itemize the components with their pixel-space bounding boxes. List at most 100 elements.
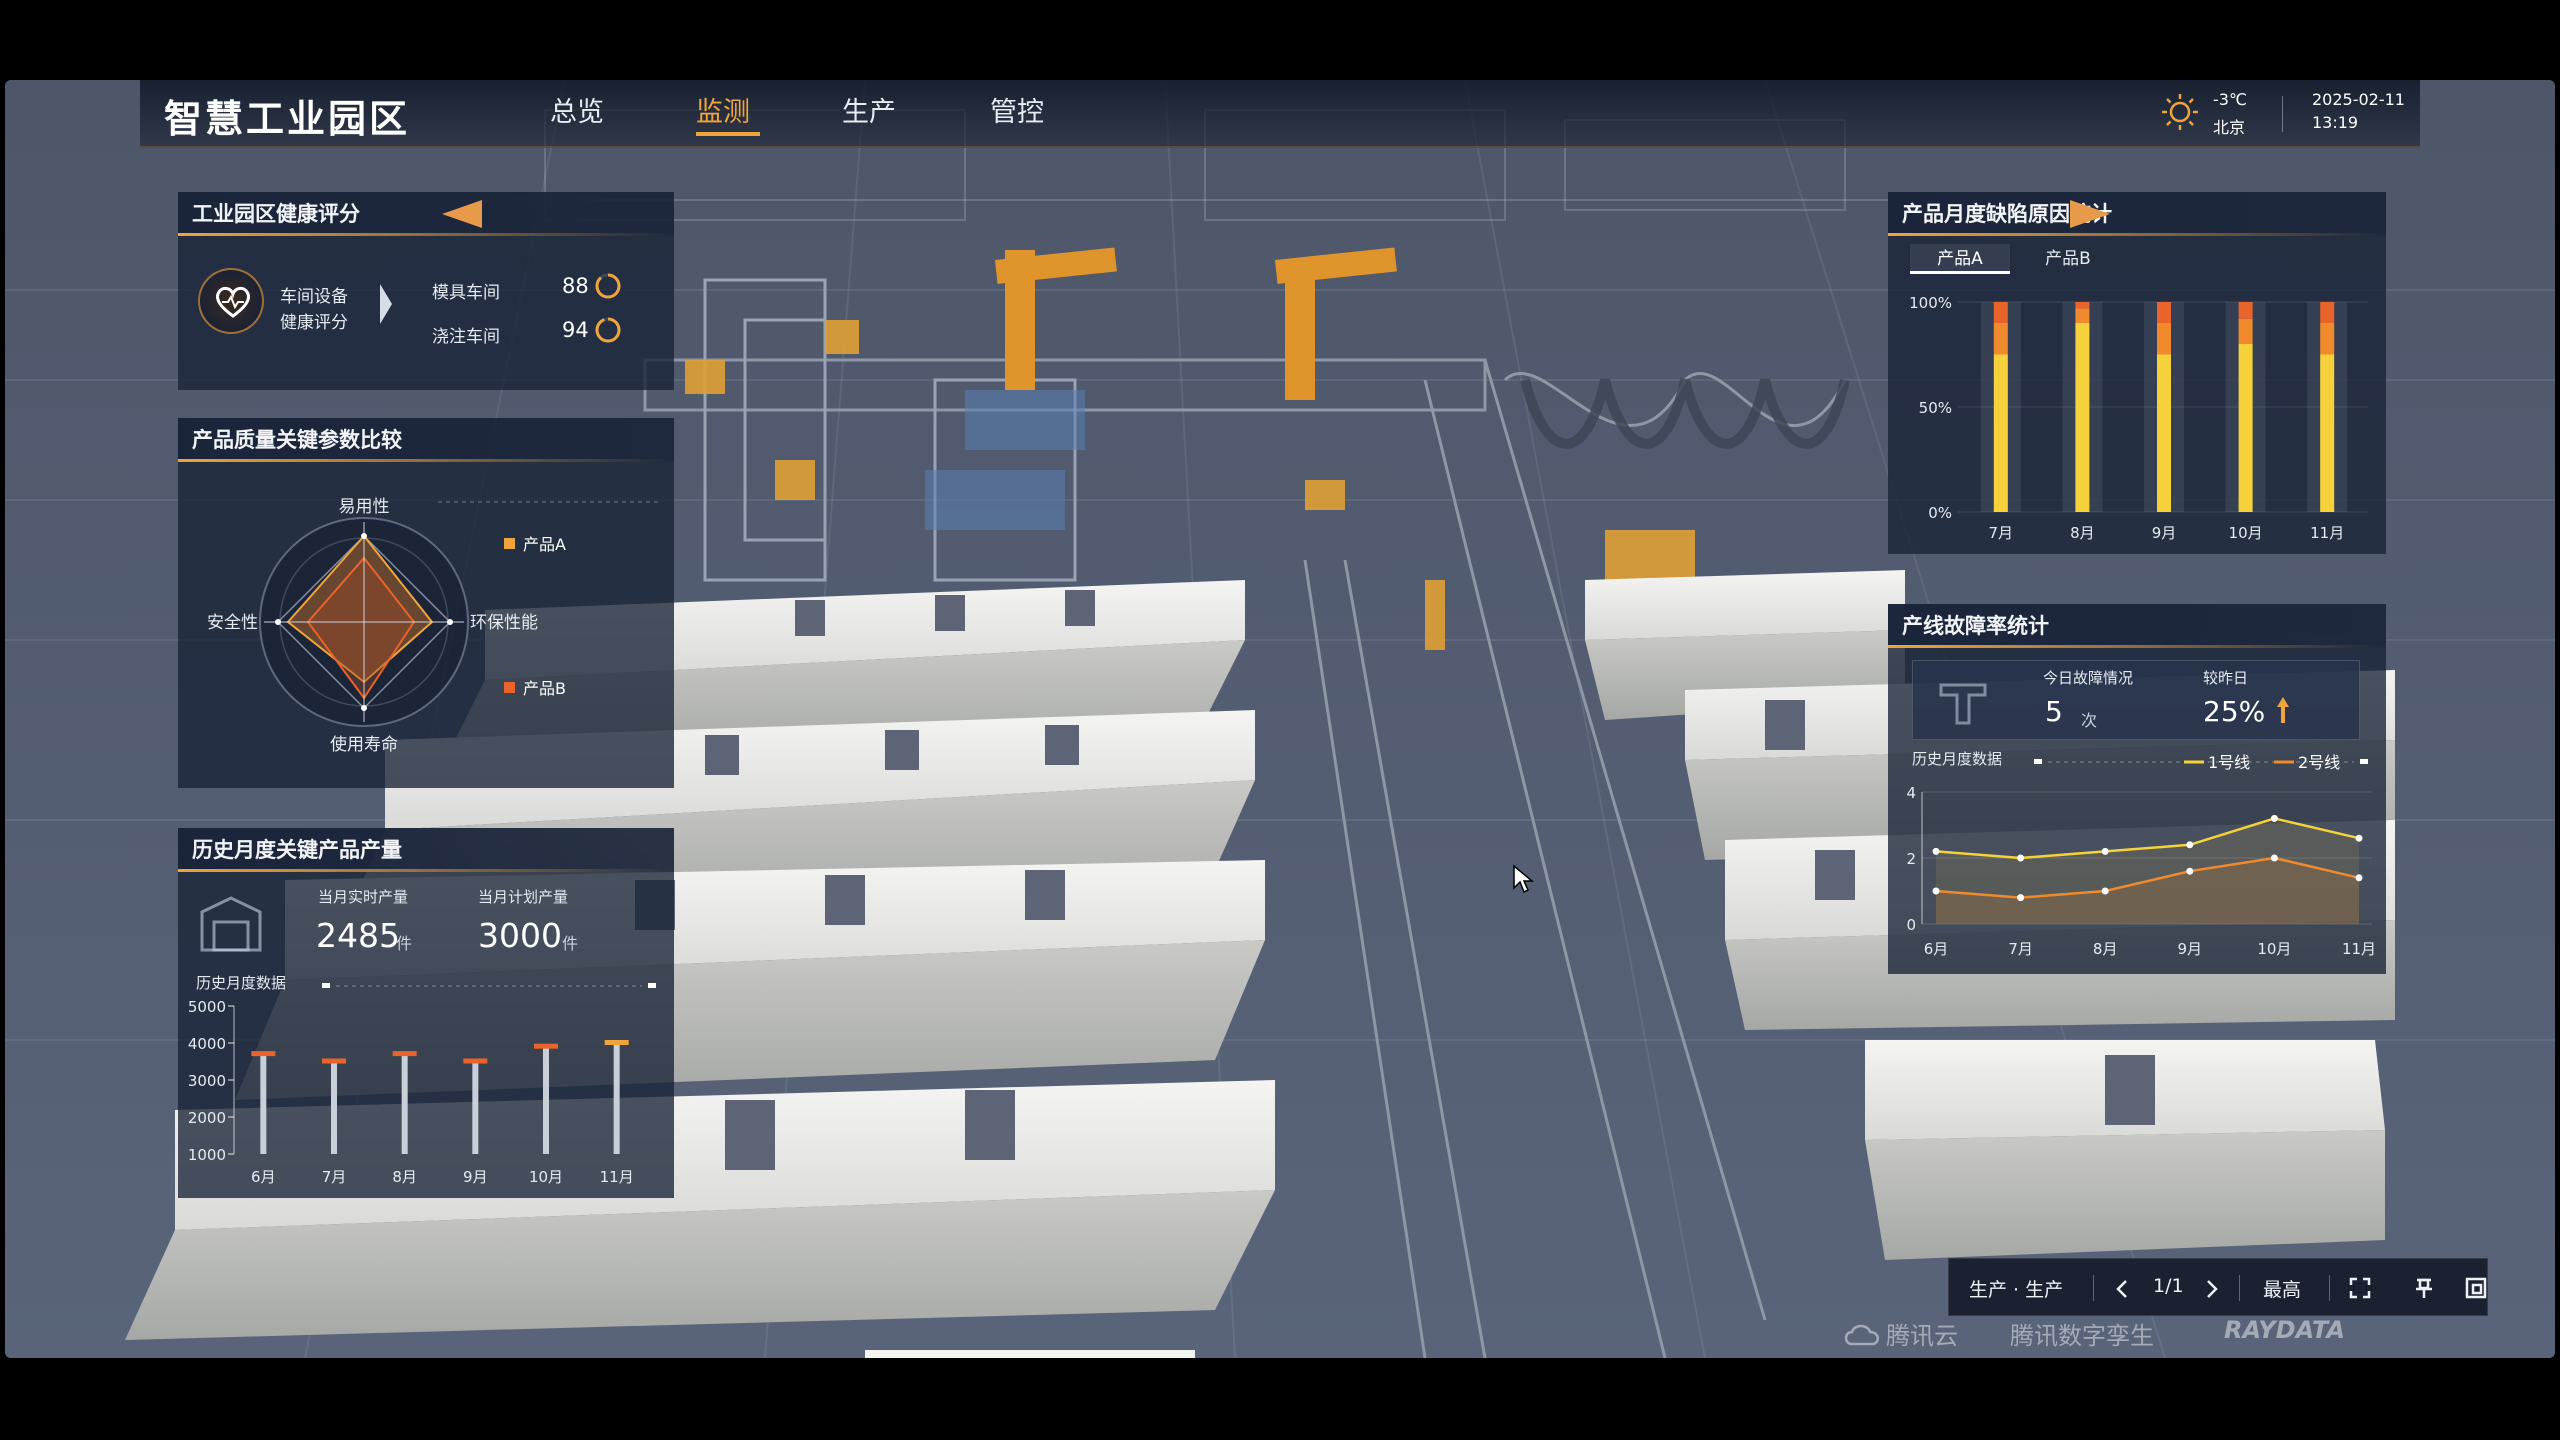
monthly-output-chart: 5000 4000 3000 2000 1000 6月 7月 8月 9月 10月 11月 [188,998,634,1186]
data-point [2270,854,2278,862]
health-panel-title: 工业园区健康评分 [178,192,674,236]
data-point [2186,867,2194,875]
x-tick-label: 11月 [2342,940,2376,958]
bar-cap [392,1051,417,1057]
bar-cap [251,1051,276,1057]
weather-temperature: -3℃ [2213,90,2247,109]
header-date: 2025-02-11 [2312,90,2405,109]
health-score-panel: 工业园区健康评分 车间设备 健康评分 模具车间 88 浇注车间 94 [178,192,674,390]
x-tick-label: 8月 [2093,940,2118,958]
stacked-bar-segment [2157,323,2171,355]
stacked-bar-segment [2320,302,2335,323]
y-tick-label: 2000 [188,1109,226,1127]
legend-label: 2号线 [2298,753,2340,772]
top-header: 智慧工业园区 总览 监测 生产 管控 -3℃ 北京 2025-02-11 13:… [140,80,2420,148]
defect-stacked-chart: 100% 50% 0% 7月 8月 9月 10月 11月 [1909,294,2368,542]
window-icon[interactable] [2465,1277,2487,1299]
x-tick-label: 9月 [2178,940,2203,958]
score-ring-icon [595,317,621,343]
stacked-bar-segment [2157,302,2171,323]
stacked-bar-segment [2075,308,2090,323]
title-arrow-icon [442,200,482,228]
production-panel: 历史月度关键产品产量 当月实时产量 2485 件 当月计划产量 3000 件 历… [178,828,674,1198]
radar-chart: 易用性 环保性能 使用寿命 安全性 产品A 产品B [207,497,658,755]
x-tick-label: 9月 [463,1168,488,1186]
defect-panel-title: 产品月度缺陷原因统计 [1888,192,2386,236]
fault-history-label: 历史月度数据 [1912,750,2003,768]
chevron-left-icon[interactable] [2115,1279,2129,1299]
cloud-icon [1844,1324,1879,1346]
radar-legend-b: 产品B [523,679,566,698]
y-tick-label: 100% [1909,294,1952,312]
watermark-tencent-cloud: 腾讯云 [1886,1322,1958,1350]
fault-line-chart: 4 2 0 6月 7月 8月 9月 10月 11月 1号线 2号线 [1906,753,2376,958]
scene-selector[interactable]: 生产 · 生产 [1969,1275,2063,1302]
sun-icon [2162,94,2198,130]
pin-icon[interactable] [2413,1277,2435,1299]
active-nav-indicator [696,132,760,136]
y-tick-label: 4000 [188,1035,226,1053]
workshop-score-mold: 88 [562,274,589,298]
stacked-bar-segment [2075,302,2090,309]
nav-tab-production[interactable]: 生产 [842,90,896,129]
production-panel-title: 历史月度关键产品产量 [178,828,674,872]
bar [401,1054,408,1154]
y-tick-label: 0 [1906,916,1916,934]
history-divider [322,983,656,988]
workshop-score-casting: 94 [562,318,589,342]
radar-panel-title: 产品质量关键参数比较 [178,418,674,462]
today-faults-label: 今日故障情况 [2043,669,2134,687]
quality-radar-panel: 产品质量关键参数比较 易用性 环保性能 使用寿命 安全性 产品A 产品B [178,418,674,788]
stacked-bar-segment [2238,344,2253,512]
fullscreen-icon[interactable] [2349,1277,2371,1299]
radar-legend-a: 产品A [523,535,566,554]
data-point [2355,834,2363,842]
bar [543,1046,549,1154]
page-indicator: 1/1 [2153,1275,2184,1297]
today-faults-unit: 次 [2081,711,2098,730]
planned-output-value: 3000 [478,916,562,955]
fault-rate-panel: 产线故障率统计 今日故障情况 5 次 较昨日 25% 历史月度数据 4 2 0 6月 7… [1888,604,2386,974]
bar [260,1054,267,1154]
realtime-output-label: 当月实时产量 [318,888,409,906]
nav-tab-control[interactable]: 管控 [990,90,1044,129]
planned-output-unit: 件 [562,934,579,953]
data-point [1932,887,1940,895]
stacked-bar-segment [2157,354,2171,512]
tab-product-b[interactable]: 产品B [2018,244,2118,274]
badge-label-line2: 健康评分 [280,313,348,333]
workshop-name-mold: 模具车间 [432,283,500,303]
mouse-cursor-icon [1513,864,1534,894]
fault-summary-box: 今日故障情况 5 次 较昨日 25% [1912,660,2360,740]
today-faults-value: 5 [2045,695,2063,728]
tab-product-a[interactable]: 产品A [1910,244,2010,274]
header-time: 13:19 [2312,113,2359,132]
data-point [1932,847,1940,855]
bottom-toolbar: 生产 · 生产 1/1 最高 [1948,1258,2488,1316]
data-point [2017,854,2025,862]
nav-tab-monitoring[interactable]: 监测 [696,90,750,129]
legend-swatch-a [504,538,515,549]
y-tick-label: 1000 [188,1146,226,1164]
title-arrow-icon [2070,200,2110,228]
factory-icon [200,896,262,952]
chevron-right-icon[interactable] [2205,1279,2219,1299]
tool-icon [1939,683,1987,725]
stacked-bar-segment [1993,354,2008,512]
stacked-bar-segment [2320,354,2335,512]
x-tick-label: 8月 [392,1168,417,1186]
defect-panel: 产品月度缺陷原因统计 产品A 产品B 100% 50% 0% 7月 8月 9月 10月 11月 [1888,192,2386,554]
stacked-bar-segment [2238,318,2253,344]
chevron-right-icon [380,284,392,324]
x-tick-label: 6月 [251,1168,276,1186]
x-tick-label: 11月 [600,1168,634,1186]
legend-label: 1号线 [2208,753,2250,772]
badge-label-line1: 车间设备 [280,287,348,307]
bar [331,1061,337,1154]
nav-tab-overview[interactable]: 总览 [550,90,604,129]
x-tick-label: 8月 [2070,524,2095,542]
radar-axis-label: 环保性能 [470,613,538,633]
compare-value: 25% [2203,695,2266,728]
quality-selector[interactable]: 最高 [2263,1275,2301,1302]
x-tick-label: 9月 [2152,524,2177,542]
